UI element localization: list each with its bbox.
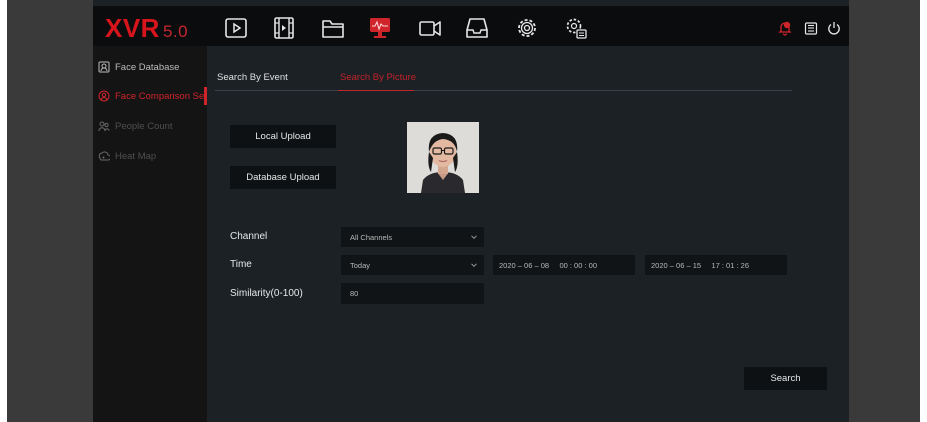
active-tab-underline	[338, 90, 414, 91]
app-logo: XVR 5.0	[105, 13, 188, 44]
chevron-down-icon	[470, 261, 478, 269]
sidebar-item-heat-map[interactable]: Heat Map	[93, 145, 207, 167]
logo-text: XVR	[105, 13, 160, 43]
alarm-bell-icon[interactable]	[777, 20, 793, 36]
time-select-value: Today	[350, 260, 371, 270]
sidebar-item-label: Face Database	[115, 61, 180, 73]
outer-margin-left	[0, 0, 7, 422]
face-photo-image	[407, 122, 479, 193]
video-file-icon[interactable]	[271, 15, 297, 41]
start-datetime-field[interactable]: 2020 – 06 – 08 00 : 00 : 00	[493, 255, 635, 275]
time-select[interactable]: Today	[341, 255, 484, 275]
channel-select[interactable]: All Channels	[341, 227, 484, 247]
local-upload-button[interactable]: Local Upload	[230, 125, 336, 148]
sidebar-item-label: Face Comparison Search	[115, 90, 207, 102]
uploaded-face-photo	[407, 122, 479, 193]
face-database-icon	[98, 61, 110, 73]
storage-icon[interactable]	[464, 15, 490, 41]
people-count-icon	[98, 120, 110, 132]
screen-border-right	[849, 0, 920, 422]
sidebar-item-label: People Count	[115, 120, 173, 132]
outer-margin-right	[920, 0, 927, 422]
similarity-input[interactable]: 80	[341, 283, 484, 304]
tab-search-by-event[interactable]: Search By Event	[217, 72, 288, 83]
tab-divider	[215, 90, 792, 91]
tab-search-by-picture[interactable]: Search By Picture	[340, 72, 416, 83]
settings-gear-icon[interactable]	[514, 15, 540, 41]
backup-icon[interactable]	[803, 20, 819, 36]
sidebar-item-people-count[interactable]: People Count	[93, 115, 207, 137]
app-window: XVR 5.0 Face Database Face Comparison Se…	[93, 0, 849, 422]
channel-label: Channel	[230, 231, 268, 242]
time-label: Time	[230, 259, 252, 270]
heat-map-icon	[98, 150, 110, 162]
sidebar-item-label: Heat Map	[115, 150, 157, 162]
camera-icon[interactable]	[417, 15, 443, 41]
sidebar-item-face-comparison-search[interactable]: Face Comparison Search	[93, 85, 207, 107]
top-menu-bar: XVR 5.0	[93, 6, 849, 46]
end-datetime-field[interactable]: 2020 – 06 – 15 17 : 01 : 26	[645, 255, 787, 275]
sidebar: Face Database Face Comparison Search Peo…	[93, 46, 207, 422]
power-icon[interactable]	[826, 20, 842, 36]
sidebar-item-face-database[interactable]: Face Database	[93, 56, 207, 78]
search-button[interactable]: Search	[744, 367, 827, 390]
ai-monitor-icon[interactable]	[367, 15, 393, 41]
screen-border-left	[7, 0, 93, 422]
logo-version: 5.0	[162, 22, 189, 41]
similarity-label: Similarity(0-100)	[230, 288, 303, 299]
playback-icon[interactable]	[223, 15, 249, 41]
face-search-icon	[98, 90, 110, 102]
system-settings-icon[interactable]	[563, 15, 589, 41]
channel-select-value: All Channels	[350, 232, 393, 242]
database-upload-button[interactable]: Database Upload	[230, 166, 336, 189]
chevron-down-icon	[470, 233, 478, 241]
folder-icon[interactable]	[320, 15, 346, 41]
